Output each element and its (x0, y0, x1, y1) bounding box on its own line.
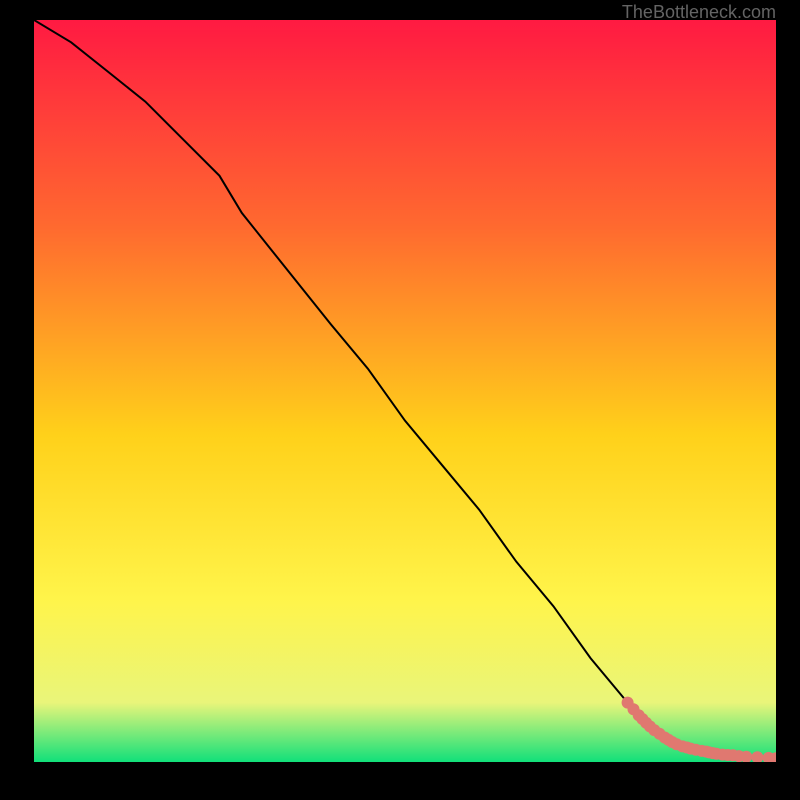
plot-area (34, 20, 776, 762)
chart-frame: TheBottleneck.com (0, 0, 800, 800)
chart-svg (34, 20, 776, 762)
gradient-background (34, 20, 776, 762)
